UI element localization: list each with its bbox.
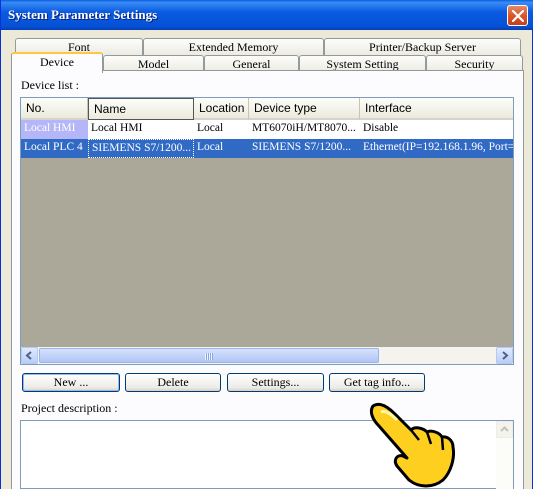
- device-list-label: Device list :: [21, 78, 79, 92]
- cell-location: Local: [197, 141, 224, 153]
- arrow-left-icon: [25, 351, 32, 360]
- column-header-device-type[interactable]: Device type: [249, 98, 360, 120]
- new-button[interactable]: New ...: [22, 373, 120, 392]
- scroll-right-button[interactable]: [496, 347, 513, 364]
- tab-extended-memory[interactable]: Extended Memory: [143, 38, 324, 56]
- scrollbar-thumb[interactable]: [39, 348, 379, 363]
- scroll-left-button[interactable]: [21, 347, 38, 364]
- window-title: System Parameter Settings: [8, 7, 158, 22]
- column-header-location[interactable]: Location: [194, 98, 249, 120]
- device-list-header: No. Name Location Device type Interface: [21, 98, 513, 120]
- column-header-name[interactable]: Name: [88, 98, 194, 120]
- delete-button[interactable]: Delete: [125, 373, 221, 392]
- tab-label: Extended Memory: [188, 40, 279, 54]
- cell-device-type: MT6070iH/MT8070...: [252, 122, 356, 134]
- pointing-hand-icon: [369, 402, 455, 488]
- column-header-no[interactable]: No.: [21, 98, 88, 120]
- arrow-up-icon: [500, 426, 509, 432]
- cell-no: Local HMI: [21, 120, 88, 139]
- system-parameter-settings-window: System Parameter Settings Font Extended …: [0, 0, 533, 489]
- tab-label: Device: [40, 55, 74, 69]
- grip-icon: [205, 353, 213, 360]
- cell-name: SIEMENS S7/1200...: [88, 139, 194, 158]
- tab-label: General: [232, 57, 271, 71]
- table-row[interactable]: Local HMI Local HMI Local MT6070iH/MT807…: [21, 120, 513, 139]
- get-tag-info-button[interactable]: Get tag info...: [329, 373, 425, 392]
- arrow-right-icon: [502, 351, 509, 360]
- column-header-interface[interactable]: Interface: [360, 98, 513, 120]
- settings-button[interactable]: Settings...: [227, 373, 324, 392]
- cell-no: Local PLC 4: [24, 141, 83, 153]
- device-list[interactable]: No. Name Location Device type Interface …: [20, 97, 514, 365]
- tab-label: Printer/Backup Server: [369, 40, 476, 54]
- title-bar[interactable]: System Parameter Settings: [1, 0, 533, 30]
- tab-device[interactable]: Device: [11, 52, 103, 73]
- horizontal-scrollbar[interactable]: [21, 347, 513, 364]
- tab-label: Security: [454, 57, 495, 71]
- tab-label: Model: [137, 57, 170, 71]
- tab-label: System Setting: [326, 57, 399, 71]
- close-icon: [512, 10, 524, 22]
- table-row-selected[interactable]: Local PLC 4 SIEMENS S7/1200... Local SIE…: [21, 139, 513, 158]
- close-button[interactable]: [507, 5, 528, 26]
- cell-interface: Ethernet(IP=192.168.1.96, Port=102): [363, 141, 514, 153]
- cell-location: Local: [197, 122, 224, 134]
- cell-device-type: SIEMENS S7/1200...: [252, 141, 352, 153]
- cell-interface: Disable: [363, 122, 399, 134]
- vertical-scrollbar[interactable]: [496, 421, 513, 489]
- cell-name: Local HMI: [91, 122, 143, 134]
- project-description-label: Project description :: [21, 401, 118, 415]
- scroll-up-button[interactable]: [496, 421, 513, 438]
- tab-printer-backup-server[interactable]: Printer/Backup Server: [324, 38, 521, 56]
